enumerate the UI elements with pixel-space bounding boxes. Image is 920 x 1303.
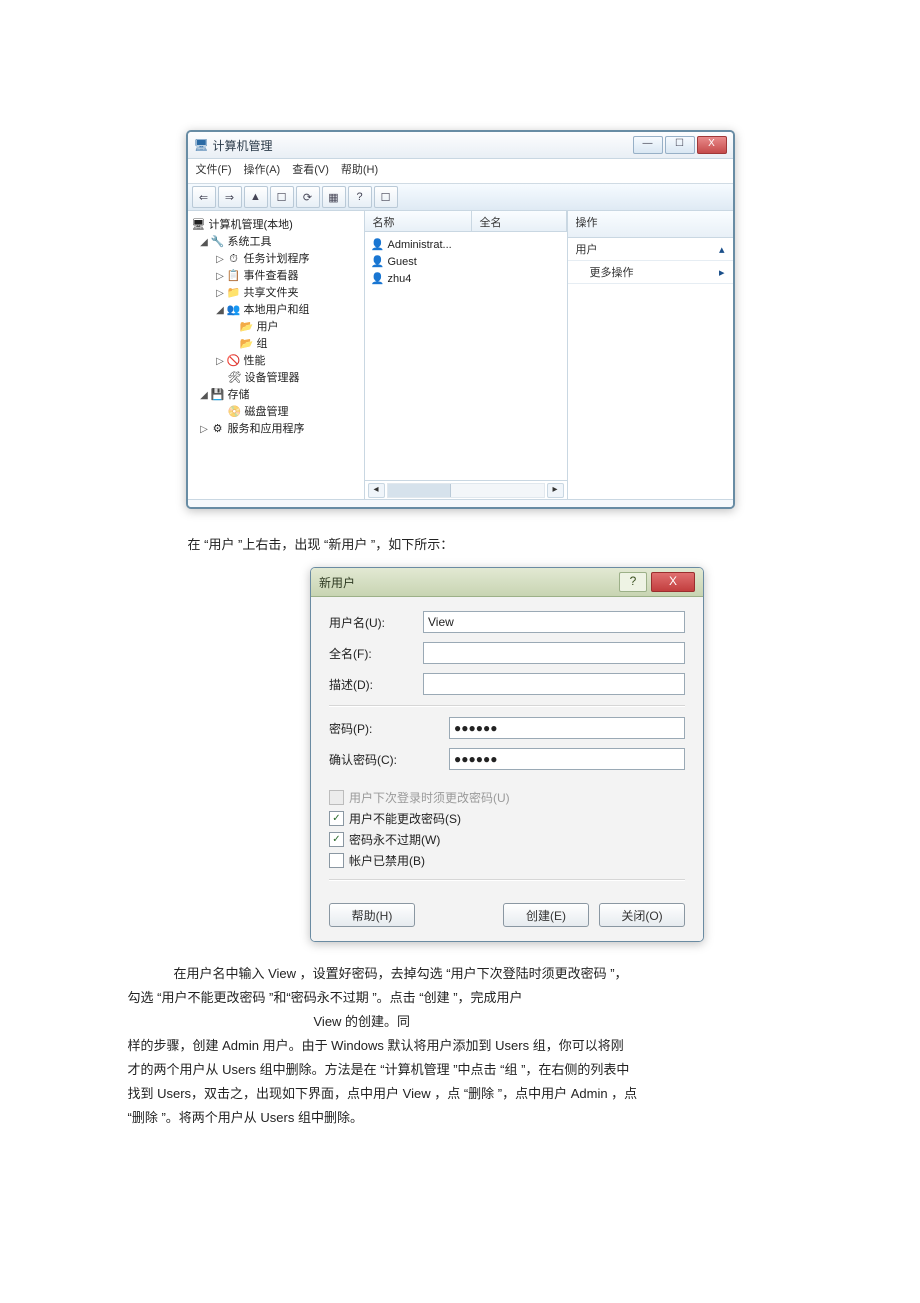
toolbar: ⇐ ⇒ ▲ ☐ ⟳ ▦ ? ☐ xyxy=(188,184,733,211)
dialog-close-button[interactable]: X xyxy=(651,572,695,592)
perf-icon: 🚫 xyxy=(227,353,241,370)
actions-pane: 操作 用户▴ 更多操作▸ xyxy=(568,211,733,499)
minimize-button[interactable]: — xyxy=(633,136,663,154)
col-name[interactable]: 名称 xyxy=(365,211,472,231)
tree-users[interactable]: 📂用户 xyxy=(192,319,360,336)
disk-icon: 📀 xyxy=(228,404,242,421)
checkbox-icon xyxy=(329,790,344,805)
folder-icon: 📂 xyxy=(240,319,254,336)
input-password[interactable]: ●●●●●● xyxy=(449,717,685,739)
menu-file[interactable]: 文件(F) xyxy=(196,161,232,181)
user-icon: 👤 xyxy=(371,255,385,268)
tb-misc[interactable]: ☐ xyxy=(374,186,398,208)
chk-disabled[interactable]: 帐户已禁用(B) xyxy=(329,852,685,869)
col-full[interactable]: 全名 xyxy=(472,211,567,231)
tb-help[interactable]: ? xyxy=(348,186,372,208)
user-icon: 👤 xyxy=(371,238,385,251)
expand-icon[interactable]: ▸ xyxy=(719,266,725,279)
label-fullname: 全名(F): xyxy=(329,645,423,662)
center-panel: 名称 全名 👤Administrat... 👤Guest 👤zhu4 ◂ ▸ xyxy=(365,211,568,499)
tree-local[interactable]: ◢👥本地用户和组 xyxy=(192,302,360,319)
clock-icon: ⏱ xyxy=(227,251,241,268)
window-title: 计算机管理 xyxy=(213,137,633,154)
tools-icon: 🔧 xyxy=(211,234,225,251)
h-scrollbar[interactable]: ◂ ▸ xyxy=(365,480,567,499)
actions-user[interactable]: 用户▴ xyxy=(568,238,733,261)
label-password: 密码(P): xyxy=(329,720,449,737)
storage-icon: 💾 xyxy=(211,387,225,404)
scroll-left-icon[interactable]: ◂ xyxy=(368,483,385,498)
status-bar xyxy=(188,499,733,509)
tree-share[interactable]: ▷📁共享文件夹 xyxy=(192,285,360,302)
list-item[interactable]: 👤Administrat... xyxy=(371,236,561,253)
scroll-thumb[interactable] xyxy=(388,484,451,497)
nav-tree[interactable]: 🖥计算机管理(本地) ◢🔧系统工具 ▷⏱任务计划程序 ▷📋事件查看器 ▷📁共享文… xyxy=(188,211,365,499)
input-confirm[interactable]: ●●●●●● xyxy=(449,748,685,770)
menu-view[interactable]: 查看(V) xyxy=(292,161,329,181)
scroll-track[interactable] xyxy=(387,483,545,498)
tree-event[interactable]: ▷📋事件查看器 xyxy=(192,268,360,285)
create-button[interactable]: 创建(E) xyxy=(503,903,589,927)
folder-icon: 📂 xyxy=(240,336,254,353)
users-icon: 👥 xyxy=(227,302,241,319)
tree-services[interactable]: ▷⚙服务和应用程序 xyxy=(192,421,360,438)
input-username[interactable]: View xyxy=(423,611,685,633)
tree-root[interactable]: 🖥计算机管理(本地) xyxy=(192,217,360,234)
tb-fwd[interactable]: ⇒ xyxy=(218,186,242,208)
actions-more[interactable]: 更多操作▸ xyxy=(568,261,733,284)
scroll-right-icon[interactable]: ▸ xyxy=(547,483,564,498)
checkbox-icon[interactable]: ✓ xyxy=(329,811,344,826)
services-icon: ⚙ xyxy=(211,421,225,438)
device-icon: 🛠 xyxy=(228,370,242,387)
tree-systools[interactable]: ◢🔧系统工具 xyxy=(192,234,360,251)
chk-must-change: 用户下次登录时须更改密码(U) xyxy=(329,789,685,806)
instruction-mid: 在 “用户 ”上右击，出现 “新用户 ”，如下所示： xyxy=(188,533,733,557)
label-confirm: 确认密码(C): xyxy=(329,751,449,768)
input-desc[interactable] xyxy=(423,673,685,695)
maximize-button[interactable]: ☐ xyxy=(665,136,695,154)
close-button[interactable]: X xyxy=(697,136,727,154)
tree-perf[interactable]: ▷🚫性能 xyxy=(192,353,360,370)
share-icon: 📁 xyxy=(227,285,241,302)
dialog-title: 新用户 xyxy=(319,574,619,591)
label-username: 用户名(U): xyxy=(329,614,423,631)
tree-task[interactable]: ▷⏱任务计划程序 xyxy=(192,251,360,268)
collapse-icon[interactable]: ▴ xyxy=(719,243,725,256)
chk-never-expire[interactable]: ✓密码永不过期(W) xyxy=(329,831,685,848)
user-icon: 👤 xyxy=(371,272,385,285)
column-headers[interactable]: 名称 全名 xyxy=(365,211,567,232)
checkbox-icon[interactable]: ✓ xyxy=(329,832,344,847)
new-user-dialog: 新用户 ? X 用户名(U):View 全名(F): 描述(D): 密码(P):… xyxy=(310,567,704,942)
computer-management-window: 🖥 计算机管理 — ☐ X 文件(F) 操作(A) 查看(V) 帮助(H) ⇐ … xyxy=(186,130,735,509)
tb-export[interactable]: ▦ xyxy=(322,186,346,208)
window-titlebar[interactable]: 🖥 计算机管理 — ☐ X xyxy=(188,132,733,159)
label-desc: 描述(D): xyxy=(329,676,423,693)
dialog-titlebar[interactable]: 新用户 ? X xyxy=(311,568,703,597)
tb-refresh[interactable]: ⟳ xyxy=(296,186,320,208)
tb-back[interactable]: ⇐ xyxy=(192,186,216,208)
input-fullname[interactable] xyxy=(423,642,685,664)
close-button[interactable]: 关闭(O) xyxy=(599,903,685,927)
list-item[interactable]: 👤zhu4 xyxy=(371,270,561,287)
paragraph: 在用户名中输入 View ，设置好密码，去掉勾选 “用户下次登陆时须更改密码 ”… xyxy=(128,962,793,1130)
actions-header: 操作 xyxy=(568,211,733,238)
computer-icon: 🖥 xyxy=(194,138,208,152)
tb-prop[interactable]: ☐ xyxy=(270,186,294,208)
computer-mgmt-icon: 🖥 xyxy=(192,217,206,234)
tb-up[interactable]: ▲ xyxy=(244,186,268,208)
menu-action[interactable]: 操作(A) xyxy=(244,161,281,181)
event-icon: 📋 xyxy=(227,268,241,285)
menu-bar[interactable]: 文件(F) 操作(A) 查看(V) 帮助(H) xyxy=(188,159,733,184)
user-list[interactable]: 👤Administrat... 👤Guest 👤zhu4 xyxy=(365,232,567,480)
tree-devmgr[interactable]: 🛠设备管理器 xyxy=(192,370,360,387)
tree-diskmgr[interactable]: 📀磁盘管理 xyxy=(192,404,360,421)
list-item[interactable]: 👤Guest xyxy=(371,253,561,270)
menu-help[interactable]: 帮助(H) xyxy=(341,161,378,181)
help-button[interactable]: 帮助(H) xyxy=(329,903,415,927)
checkbox-icon[interactable] xyxy=(329,853,344,868)
tree-storage[interactable]: ◢💾存储 xyxy=(192,387,360,404)
dialog-help-button[interactable]: ? xyxy=(619,572,647,592)
chk-cannot-change[interactable]: ✓用户不能更改密码(S) xyxy=(329,810,685,827)
tree-groups[interactable]: 📂组 xyxy=(192,336,360,353)
